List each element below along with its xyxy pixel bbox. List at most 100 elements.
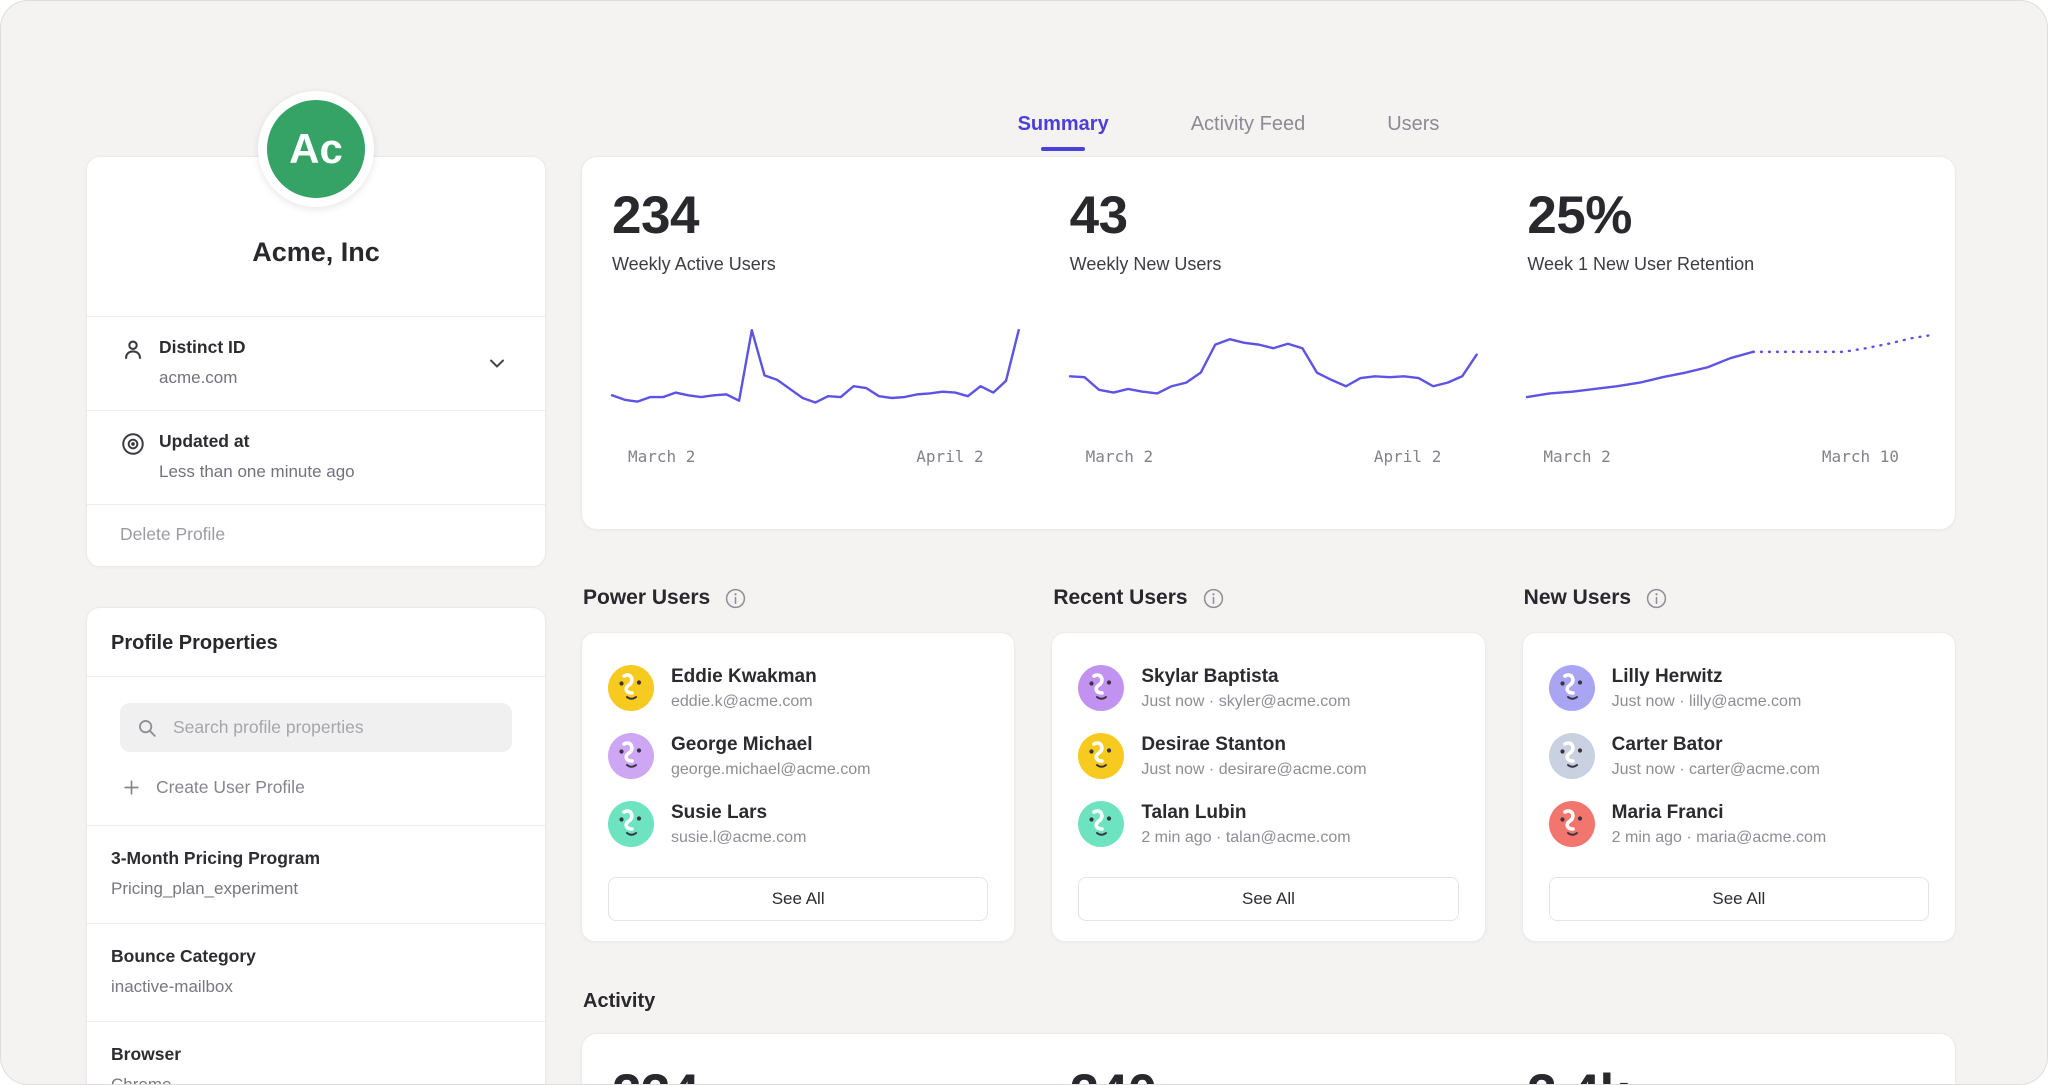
field-value: acme.com [159,368,246,388]
stat-value: 25% [1527,189,1951,242]
field-value: Less than one minute ago [159,462,355,482]
activity-stat: 234 [582,1034,1040,1085]
stat-label: Week 1 New User Retention [1527,254,1951,275]
chevron-down-icon[interactable] [485,351,509,380]
user-name: Susie Lars [671,802,806,824]
user-name: George Michael [671,734,870,756]
user-avatar [1549,801,1595,847]
new-users-column: New Users Lilly Herwitz Ju [1522,586,1956,942]
see-all-button[interactable]: See All [1078,877,1458,921]
user-row[interactable]: Skylar Baptista Just now · skyler@acme.c… [1078,665,1458,711]
field-label: Distinct ID [159,337,246,358]
tab-activity-feed[interactable]: Activity Feed [1191,113,1305,151]
user-row[interactable]: Carter Bator Just now · carter@acme.com [1549,733,1929,779]
property-row-browser[interactable]: Browser Chrome [87,1022,545,1085]
user-lists-row: Power Users Eddie Kwakman [581,586,1956,942]
activity-card: 234 240 3.4k [581,1033,1956,1085]
property-row-bounce-category[interactable]: Bounce Category inactive-mailbox [87,924,545,1021]
x-axis-start-label: March 2 [628,447,695,466]
user-row[interactable]: Desirae Stanton Just now · desirare@acme… [1078,733,1458,779]
property-name: Browser [111,1044,521,1065]
list-title: Power Users [583,586,710,610]
power-users-header: Power Users [583,586,1015,610]
property-name: Bounce Category [111,946,521,967]
user-avatar [608,733,654,779]
see-all-button[interactable]: See All [1549,877,1929,921]
user-meta: george.michael@acme.com [671,761,870,779]
activity-stat-value: 234 [612,1067,1036,1085]
user-row[interactable]: Susie Lars susie.l@acme.com [608,801,988,847]
user-name: Lilly Herwitz [1612,666,1802,688]
user-meta: 2 min ago · talan@acme.com [1141,829,1350,847]
x-axis-labels: March 2 April 2 [1070,447,1494,466]
user-name: Skylar Baptista [1141,666,1350,688]
list-title: Recent Users [1053,586,1187,610]
power-users-card: Eddie Kwakman eddie.k@acme.com George Mi… [581,632,1015,942]
user-row[interactable]: Talan Lubin 2 min ago · talan@acme.com [1078,801,1458,847]
person-icon [120,337,146,368]
info-icon[interactable] [1202,587,1225,610]
profile-sidebar: Ac Acme, Inc Distinct ID acme.com [86,156,546,1085]
profile-properties-card: Profile Properties Create User Profile [86,607,546,1085]
profile-card: Ac Acme, Inc Distinct ID acme.com [86,156,546,567]
delete-profile-button[interactable]: Delete Profile [87,505,545,566]
see-all-button[interactable]: See All [608,877,988,921]
stat-label: Weekly Active Users [612,254,1036,275]
user-row[interactable]: Lilly Herwitz Just now · lilly@acme.com [1549,665,1929,711]
x-axis-end-label: April 2 [1374,447,1441,466]
user-meta: Just now · carter@acme.com [1612,761,1820,779]
user-meta: Just now · lilly@acme.com [1612,693,1802,711]
doodle-face-icon [1549,733,1595,779]
power-users-column: Power Users Eddie Kwakman [581,586,1015,942]
search-profile-properties-input[interactable] [171,716,496,739]
info-icon[interactable] [724,587,747,610]
create-user-profile-button[interactable]: Create User Profile [122,752,305,825]
user-meta: susie.l@acme.com [671,829,806,847]
retention-sparkline [1527,305,1934,419]
user-meta: Just now · desirare@acme.com [1141,761,1366,779]
user-avatar [608,801,654,847]
user-name: Carter Bator [1612,734,1820,756]
user-meta: 2 min ago · maria@acme.com [1612,829,1827,847]
user-name: Eddie Kwakman [671,666,817,688]
retention-stat: 25% Week 1 New User Retention March 2 Ma… [1497,157,1955,529]
stat-value: 234 [612,189,1036,242]
search-profile-properties-box[interactable] [120,703,512,752]
new-users-card: Lilly Herwitz Just now · lilly@acme.com … [1522,632,1956,942]
user-avatar [1078,665,1124,711]
user-row[interactable]: Eddie Kwakman eddie.k@acme.com [608,665,988,711]
new-users-header: New Users [1524,586,1956,610]
main-content: Summary Activity Feed Users 234 Weekly A… [581,1,1956,1085]
user-avatar [1078,733,1124,779]
recent-users-column: Recent Users Skylar Baptista [1051,586,1485,942]
plus-icon [122,778,141,797]
eye-icon [120,431,146,462]
user-name: Desirae Stanton [1141,734,1366,756]
app-window: Ac Acme, Inc Distinct ID acme.com [0,0,2048,1085]
user-meta: Just now · skyler@acme.com [1141,693,1350,711]
property-name: 3-Month Pricing Program [111,848,521,869]
user-meta: eddie.k@acme.com [671,693,817,711]
info-icon[interactable] [1645,587,1668,610]
doodle-face-icon [1078,733,1124,779]
property-row-pricing-program[interactable]: 3-Month Pricing Program Pricing_plan_exp… [87,826,545,923]
x-axis-start-label: March 2 [1086,447,1153,466]
doodle-face-icon [1078,665,1124,711]
activity-stat: 240 [1040,1034,1498,1085]
tab-users[interactable]: Users [1387,113,1439,151]
tab-summary[interactable]: Summary [1018,113,1109,151]
company-avatar-initials: Ac [289,125,343,173]
user-row[interactable]: George Michael george.michael@acme.com [608,733,988,779]
user-row[interactable]: Maria Franci 2 min ago · maria@acme.com [1549,801,1929,847]
property-value: inactive-mailbox [111,977,521,997]
updated-at-row: Updated at Less than one minute ago [87,411,545,504]
doodle-face-icon [1078,801,1124,847]
profile-tabs: Summary Activity Feed Users [541,113,1916,151]
doodle-face-icon [608,733,654,779]
company-avatar: Ac [258,91,374,207]
distinct-id-row[interactable]: Distinct ID acme.com [87,317,545,410]
list-title: New Users [1524,586,1631,610]
weekly-new-users-sparkline [1070,305,1477,419]
search-icon [136,717,158,739]
stat-value: 43 [1070,189,1494,242]
